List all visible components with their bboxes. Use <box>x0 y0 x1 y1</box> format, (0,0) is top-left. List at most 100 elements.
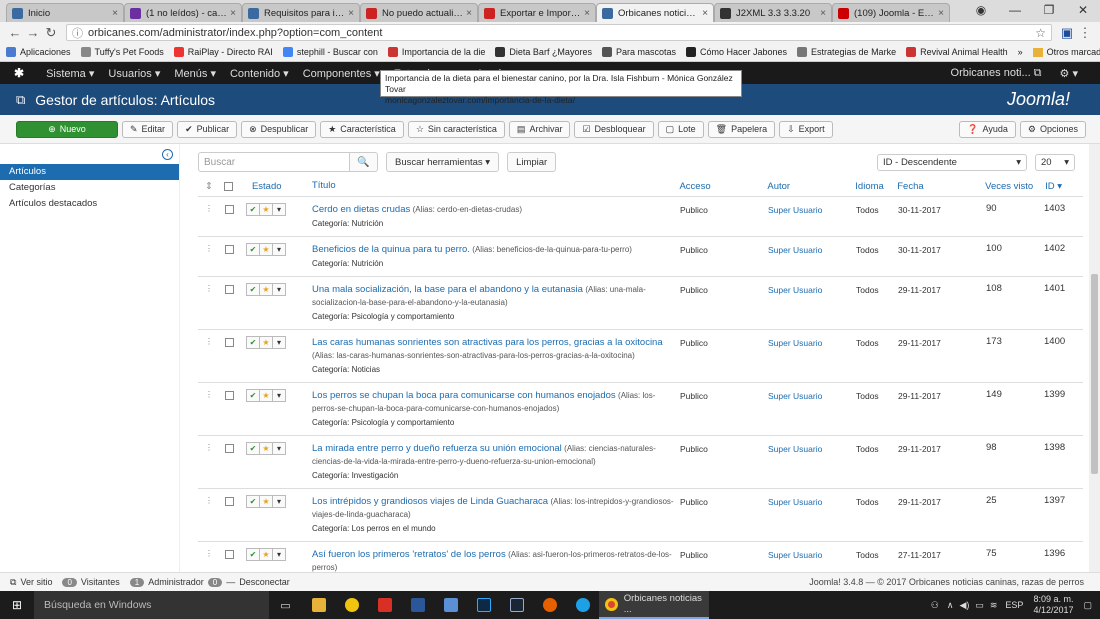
row-checkbox[interactable] <box>224 205 234 214</box>
tab-close-icon[interactable]: × <box>820 8 826 19</box>
nav-menu-item[interactable]: Menús ▾ <box>174 67 216 80</box>
col-id[interactable]: ID ▾ <box>1045 181 1083 192</box>
bookmark-star-icon[interactable]: ☆ <box>1035 26 1046 40</box>
featured-icon[interactable]: ★ <box>259 389 273 402</box>
bookmark-item[interactable]: Dieta Barf ¿Mayores <box>495 47 592 57</box>
url-input[interactable]: ⓘ orbicanes.com/administrator/index.php?… <box>66 24 1052 41</box>
clock[interactable]: 8:09 a. m. 4/12/2017 <box>1033 594 1073 616</box>
photoshop-icon[interactable] <box>467 591 500 619</box>
tab-close-icon[interactable]: × <box>584 8 590 19</box>
table-row[interactable]: ⋮ ✔ ★ ▾ Los intrépidos y grandiosos viajes d… <box>198 489 1083 542</box>
col-idioma[interactable]: Idioma <box>855 181 897 192</box>
check-all-checkbox[interactable] <box>224 181 234 191</box>
featured-icon[interactable]: ★ <box>259 548 273 561</box>
browser-tab[interactable]: (1 no leídos) - cagua × <box>124 3 242 22</box>
scrollbar-thumb[interactable] <box>1091 274 1098 474</box>
table-row[interactable]: ⋮ ✔ ★ ▾ Una mala socialización, la base para… <box>198 277 1083 330</box>
bookmark-item[interactable]: Revival Animal Health <box>906 47 1008 57</box>
nav-menu-item[interactable]: Contenido ▾ <box>230 67 289 80</box>
drag-handle-icon[interactable]: ⋮ <box>198 542 220 559</box>
author-link[interactable]: Super Usuario <box>768 436 856 454</box>
internet-explorer-icon[interactable] <box>566 591 599 619</box>
browser-tab[interactable]: (109) Joomla - Expo × <box>832 3 950 22</box>
windows-start-icon[interactable]: ⊞ <box>0 591 34 619</box>
browser-tab[interactable]: Orbicanes noticias c × <box>596 3 714 22</box>
app-blue-icon[interactable] <box>434 591 467 619</box>
row-checkbox[interactable] <box>224 285 234 294</box>
drag-handle-icon[interactable]: ⋮ <box>198 330 220 347</box>
lightroom-icon[interactable] <box>500 591 533 619</box>
people-icon[interactable]: ⚇ <box>931 600 939 611</box>
options-button[interactable]: ⚙ Opciones <box>1019 120 1086 138</box>
wifi-icon[interactable]: ≋ <box>990 600 998 611</box>
task-view-icon[interactable]: ▭ <box>269 591 302 619</box>
browser-tab[interactable]: Inicio × <box>6 3 124 22</box>
tab-close-icon[interactable]: × <box>348 8 354 19</box>
row-checkbox[interactable] <box>224 497 234 506</box>
joomla-logo[interactable]: Joomla! <box>1007 89 1070 110</box>
clear-button[interactable]: Limpiar <box>507 152 557 172</box>
bookmark-item[interactable]: Estrategias de Marke <box>797 47 896 57</box>
forward-icon[interactable]: → <box>24 25 42 40</box>
row-checkbox[interactable] <box>224 391 234 400</box>
article-title-link[interactable]: Las caras humanas sonrientes son atracti… <box>312 337 663 348</box>
sidebar-item[interactable]: Artículos destacados <box>0 196 179 212</box>
published-icon[interactable]: ✔ <box>246 283 260 296</box>
nav-menu-item[interactable]: Usuarios ▾ <box>108 67 160 80</box>
col-fecha[interactable]: Fecha <box>897 181 985 192</box>
language-indicator[interactable]: ESP <box>1005 600 1023 610</box>
row-checkbox[interactable] <box>224 245 234 254</box>
article-title-link[interactable]: La mirada entre perro y dueño refuerza s… <box>312 443 562 454</box>
bookmarks-more-button[interactable]: » <box>1018 47 1023 57</box>
app-red-icon[interactable] <box>368 591 401 619</box>
nav-menu-item[interactable]: Componentes ▾ <box>303 67 380 80</box>
article-title-link[interactable]: Beneficios de la quinua para tu perro. <box>312 244 470 255</box>
drag-handle-icon[interactable]: ⋮ <box>198 489 220 506</box>
logout-link[interactable]: Desconectar <box>239 577 290 587</box>
published-icon[interactable]: ✔ <box>246 495 260 508</box>
tab-close-icon[interactable]: × <box>230 8 236 19</box>
table-row[interactable]: ⋮ ✔ ★ ▾ Las caras humanas sonrientes son atr… <box>198 330 1083 383</box>
close-window-button[interactable]: ✕ <box>1066 0 1100 22</box>
published-icon[interactable]: ✔ <box>246 548 260 561</box>
table-row[interactable]: ⋮ ✔ ★ ▾ Beneficios de la quinua para tu perr… <box>198 237 1083 277</box>
network-icon[interactable]: ▭ <box>975 600 984 611</box>
featured-icon[interactable]: ★ <box>259 495 273 508</box>
article-title-link[interactable]: Los intrépidos y grandiosos viajes de Li… <box>312 496 548 507</box>
page-scrollbar[interactable] <box>1089 144 1100 572</box>
volume-icon[interactable]: ◀) <box>959 600 969 611</box>
published-icon[interactable]: ✔ <box>246 336 260 349</box>
status-dropdown-icon[interactable]: ▾ <box>272 243 286 256</box>
limit-select[interactable]: 20 ▾ <box>1035 153 1075 171</box>
table-row[interactable]: ⋮ ✔ ★ ▾ Los perros se chupan la boca para co… <box>198 383 1083 436</box>
search-input[interactable]: Buscar <box>198 152 350 172</box>
profile-icon[interactable]: ◉ <box>964 0 998 22</box>
table-row[interactable]: ⋮ ✔ ★ ▾ La mirada entre perro y dueño refuer… <box>198 436 1083 489</box>
article-title-link[interactable]: Así fueron los primeros 'retratos' de lo… <box>312 549 506 560</box>
user-menu-gear-icon[interactable]: ⚙ ▾ <box>1060 67 1078 80</box>
bookmark-item[interactable]: Cómo Hacer Jabones <box>685 47 787 57</box>
published-icon[interactable]: ✔ <box>246 442 260 455</box>
other-bookmarks[interactable]: Otros marcadores <box>1047 47 1100 57</box>
status-dropdown-icon[interactable]: ▾ <box>272 283 286 296</box>
collapse-sidebar-icon[interactable]: ‹ <box>162 149 173 160</box>
joomla-logo-icon[interactable]: ✱ <box>14 66 24 80</box>
status-dropdown-icon[interactable]: ▾ <box>272 203 286 216</box>
bookmark-item[interactable]: stephill - Buscar con <box>282 47 378 57</box>
toolbar-button-característica[interactable]: ★ Característica <box>320 120 404 138</box>
article-title-link[interactable]: Una mala socialización, la base para el … <box>312 284 583 295</box>
drag-handle-icon[interactable]: ⋮ <box>198 277 220 294</box>
search-button[interactable]: 🔍 <box>350 152 378 172</box>
notifications-icon[interactable]: ▢ <box>1083 600 1092 611</box>
toolbar-button-desbloquear[interactable]: ☑ Desbloquear <box>574 120 654 138</box>
col-estado[interactable]: Estado <box>238 181 312 192</box>
file-explorer-icon[interactable] <box>302 591 335 619</box>
firefox-icon[interactable] <box>533 591 566 619</box>
author-link[interactable]: Super Usuario <box>768 277 856 295</box>
sidebar-item[interactable]: Categorías <box>0 180 179 196</box>
word-icon[interactable] <box>401 591 434 619</box>
back-icon[interactable]: ← <box>6 25 24 40</box>
drag-handle-icon[interactable]: ⋮ <box>198 383 220 400</box>
taskbar-chrome-app[interactable]: Orbicanes noticias ... <box>599 591 709 619</box>
article-title-link[interactable]: Los perros se chupan la boca para comuni… <box>312 390 616 401</box>
